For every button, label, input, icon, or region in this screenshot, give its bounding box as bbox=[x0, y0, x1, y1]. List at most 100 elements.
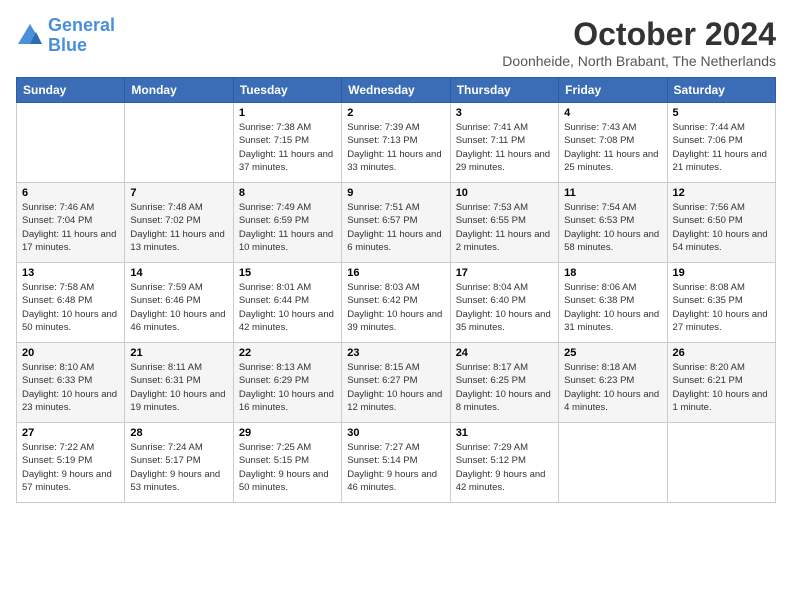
calendar-cell: 15 Sunrise: 8:01 AM Sunset: 6:44 PM Dayli… bbox=[233, 263, 341, 343]
header-day: Tuesday bbox=[233, 78, 341, 103]
day-number: 24 bbox=[456, 347, 553, 359]
logo-blue: Blue bbox=[48, 35, 87, 55]
day-number: 7 bbox=[130, 187, 227, 199]
day-number: 6 bbox=[22, 187, 119, 199]
day-number: 28 bbox=[130, 427, 227, 439]
day-info: Sunrise: 7:54 AM Sunset: 6:53 PM Dayligh… bbox=[564, 201, 661, 254]
calendar-cell: 25Sunrise: 8:18 AM Sunset: 6:23 PM Dayli… bbox=[559, 343, 667, 423]
day-info: Sunrise: 7:59 AM Sunset: 6:46 PM Dayligh… bbox=[130, 281, 227, 334]
calendar-week-row: 20 Sunrise: 8:10 AM Sunset: 6:33 PM Dayli… bbox=[17, 343, 776, 423]
calendar-cell: 13Sunrise: 7:58 AM Sunset: 6:48 PM Dayli… bbox=[17, 263, 125, 343]
title-section: October 2024 Doonheide, North Brabant, T… bbox=[502, 16, 776, 69]
day-number: 22 bbox=[239, 347, 336, 359]
day-info: Sunrise: 7:49 AM Sunset: 6:59 PM Dayligh… bbox=[239, 201, 336, 254]
day-number: 2 bbox=[347, 107, 444, 119]
calendar-cell: 7 Sunrise: 7:48 AM Sunset: 7:02 PM Daylig… bbox=[125, 183, 233, 263]
calendar-cell: 10 Sunrise: 7:53 AM Sunset: 6:55 PM Dayli… bbox=[450, 183, 558, 263]
page-header: General Blue October 2024 Doonheide, Nor… bbox=[16, 16, 776, 69]
day-number: 20 bbox=[22, 347, 119, 359]
day-number: 18 bbox=[564, 267, 661, 279]
calendar-cell: 3Sunrise: 7:41 AM Sunset: 7:11 PM Daylig… bbox=[450, 103, 558, 183]
calendar-cell bbox=[125, 103, 233, 183]
header-day: Friday bbox=[559, 78, 667, 103]
day-info: Sunrise: 7:38 AM Sunset: 7:15 PM Dayligh… bbox=[239, 121, 336, 174]
calendar-cell: 26Sunrise: 8:20 AM Sunset: 6:21 PM Dayli… bbox=[667, 343, 775, 423]
calendar-cell bbox=[17, 103, 125, 183]
day-number: 17 bbox=[456, 267, 553, 279]
day-number: 31 bbox=[456, 427, 553, 439]
day-info: Sunrise: 8:01 AM Sunset: 6:44 PM Dayligh… bbox=[239, 281, 336, 334]
day-number: 15 bbox=[239, 267, 336, 279]
calendar-cell: 8 Sunrise: 7:49 AM Sunset: 6:59 PM Daylig… bbox=[233, 183, 341, 263]
calendar-cell: 6Sunrise: 7:46 AM Sunset: 7:04 PM Daylig… bbox=[17, 183, 125, 263]
calendar-cell: 2 Sunrise: 7:39 AM Sunset: 7:13 PM Daylig… bbox=[342, 103, 450, 183]
logo-general: General bbox=[48, 15, 115, 35]
calendar-body: 1 Sunrise: 7:38 AM Sunset: 7:15 PM Daylig… bbox=[17, 103, 776, 503]
logo: General Blue bbox=[16, 16, 115, 56]
calendar-cell: 18 Sunrise: 8:06 AM Sunset: 6:38 PM Dayli… bbox=[559, 263, 667, 343]
calendar-cell: 27 Sunrise: 7:22 AM Sunset: 5:19 PM Dayli… bbox=[17, 423, 125, 503]
day-number: 9 bbox=[347, 187, 444, 199]
day-info: Sunrise: 8:15 AM Sunset: 6:27 PM Dayligh… bbox=[347, 361, 444, 414]
day-number: 27 bbox=[22, 427, 119, 439]
calendar-cell: 11 Sunrise: 7:54 AM Sunset: 6:53 PM Dayli… bbox=[559, 183, 667, 263]
day-info: Sunrise: 8:17 AM Sunset: 6:25 PM Dayligh… bbox=[456, 361, 553, 414]
day-number: 8 bbox=[239, 187, 336, 199]
calendar-week-row: 27 Sunrise: 7:22 AM Sunset: 5:19 PM Dayli… bbox=[17, 423, 776, 503]
calendar-table: SundayMondayTuesdayWednesdayThursdayFrid… bbox=[16, 77, 776, 503]
day-info: Sunrise: 8:04 AM Sunset: 6:40 PM Dayligh… bbox=[456, 281, 553, 334]
calendar-cell: 30 Sunrise: 7:27 AM Sunset: 5:14 PM Dayli… bbox=[342, 423, 450, 503]
day-number: 23 bbox=[347, 347, 444, 359]
calendar-cell: 5Sunrise: 7:44 AM Sunset: 7:06 PM Daylig… bbox=[667, 103, 775, 183]
day-number: 21 bbox=[130, 347, 227, 359]
day-info: Sunrise: 7:39 AM Sunset: 7:13 PM Dayligh… bbox=[347, 121, 444, 174]
header-day: Saturday bbox=[667, 78, 775, 103]
day-info: Sunrise: 8:18 AM Sunset: 6:23 PM Dayligh… bbox=[564, 361, 661, 414]
calendar-week-row: 13Sunrise: 7:58 AM Sunset: 6:48 PM Dayli… bbox=[17, 263, 776, 343]
day-number: 10 bbox=[456, 187, 553, 199]
calendar-cell: 20 Sunrise: 8:10 AM Sunset: 6:33 PM Dayli… bbox=[17, 343, 125, 423]
day-info: Sunrise: 7:51 AM Sunset: 6:57 PM Dayligh… bbox=[347, 201, 444, 254]
calendar-cell: 4 Sunrise: 7:43 AM Sunset: 7:08 PM Daylig… bbox=[559, 103, 667, 183]
day-info: Sunrise: 7:22 AM Sunset: 5:19 PM Dayligh… bbox=[22, 441, 119, 494]
day-number: 12 bbox=[673, 187, 770, 199]
calendar-cell bbox=[667, 423, 775, 503]
day-number: 30 bbox=[347, 427, 444, 439]
calendar-cell: 19Sunrise: 8:08 AM Sunset: 6:35 PM Dayli… bbox=[667, 263, 775, 343]
day-info: Sunrise: 8:10 AM Sunset: 6:33 PM Dayligh… bbox=[22, 361, 119, 414]
day-info: Sunrise: 7:43 AM Sunset: 7:08 PM Dayligh… bbox=[564, 121, 661, 174]
day-number: 16 bbox=[347, 267, 444, 279]
header-day: Wednesday bbox=[342, 78, 450, 103]
day-info: Sunrise: 7:24 AM Sunset: 5:17 PM Dayligh… bbox=[130, 441, 227, 494]
day-info: Sunrise: 7:48 AM Sunset: 7:02 PM Dayligh… bbox=[130, 201, 227, 254]
day-info: Sunrise: 8:06 AM Sunset: 6:38 PM Dayligh… bbox=[564, 281, 661, 334]
calendar-cell: 12Sunrise: 7:56 AM Sunset: 6:50 PM Dayli… bbox=[667, 183, 775, 263]
day-number: 11 bbox=[564, 187, 661, 199]
day-number: 3 bbox=[456, 107, 553, 119]
logo-icon bbox=[16, 22, 44, 50]
location-title: Doonheide, North Brabant, The Netherland… bbox=[502, 53, 776, 69]
day-info: Sunrise: 7:27 AM Sunset: 5:14 PM Dayligh… bbox=[347, 441, 444, 494]
day-number: 14 bbox=[130, 267, 227, 279]
day-number: 1 bbox=[239, 107, 336, 119]
day-number: 26 bbox=[673, 347, 770, 359]
calendar-cell: 1 Sunrise: 7:38 AM Sunset: 7:15 PM Daylig… bbox=[233, 103, 341, 183]
calendar-cell: 16Sunrise: 8:03 AM Sunset: 6:42 PM Dayli… bbox=[342, 263, 450, 343]
calendar-cell: 29Sunrise: 7:25 AM Sunset: 5:15 PM Dayli… bbox=[233, 423, 341, 503]
calendar-cell: 31 Sunrise: 7:29 AM Sunset: 5:12 PM Dayli… bbox=[450, 423, 558, 503]
calendar-week-row: 1 Sunrise: 7:38 AM Sunset: 7:15 PM Daylig… bbox=[17, 103, 776, 183]
day-info: Sunrise: 7:29 AM Sunset: 5:12 PM Dayligh… bbox=[456, 441, 553, 494]
logo-text: General Blue bbox=[48, 16, 115, 56]
calendar-cell: 23 Sunrise: 8:15 AM Sunset: 6:27 PM Dayli… bbox=[342, 343, 450, 423]
day-number: 4 bbox=[564, 107, 661, 119]
header-row: SundayMondayTuesdayWednesdayThursdayFrid… bbox=[17, 78, 776, 103]
month-title: October 2024 bbox=[502, 16, 776, 53]
day-info: Sunrise: 7:53 AM Sunset: 6:55 PM Dayligh… bbox=[456, 201, 553, 254]
calendar-cell: 14 Sunrise: 7:59 AM Sunset: 6:46 PM Dayli… bbox=[125, 263, 233, 343]
header-day: Monday bbox=[125, 78, 233, 103]
day-info: Sunrise: 8:08 AM Sunset: 6:35 PM Dayligh… bbox=[673, 281, 770, 334]
day-info: Sunrise: 8:11 AM Sunset: 6:31 PM Dayligh… bbox=[130, 361, 227, 414]
day-info: Sunrise: 7:58 AM Sunset: 6:48 PM Dayligh… bbox=[22, 281, 119, 334]
calendar-cell: 28 Sunrise: 7:24 AM Sunset: 5:17 PM Dayli… bbox=[125, 423, 233, 503]
calendar-cell: 21 Sunrise: 8:11 AM Sunset: 6:31 PM Dayli… bbox=[125, 343, 233, 423]
